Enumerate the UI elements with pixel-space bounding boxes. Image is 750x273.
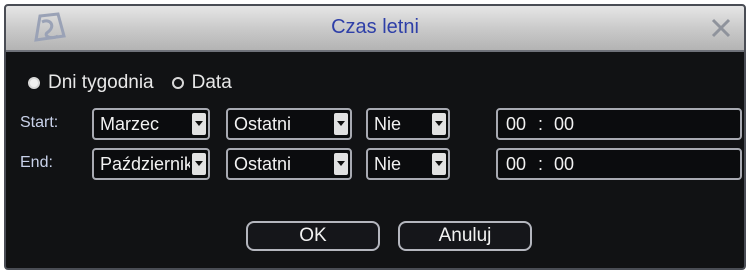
start-month-select[interactable]: Marzec: [92, 108, 210, 140]
end-day-select[interactable]: Nie: [366, 148, 450, 180]
end-label: End:: [20, 154, 53, 171]
start-hour[interactable]: 00: [506, 114, 526, 135]
end-minute[interactable]: 00: [554, 154, 574, 175]
chevron-down-icon: [432, 113, 446, 135]
end-day-value: Nie: [374, 154, 402, 174]
start-week-select[interactable]: Ostatni: [226, 108, 352, 140]
time-separator: :: [538, 114, 544, 134]
dialog-title: Czas letni: [331, 16, 419, 38]
start-row: Start: Marzec Ostatni Nie 00 : 00: [20, 108, 742, 142]
end-week-value: Ostatni: [234, 154, 292, 174]
radio-days-of-week[interactable]: Dni tygodnia: [28, 72, 154, 94]
start-day-value: Nie: [374, 114, 402, 134]
end-hour[interactable]: 00: [506, 154, 526, 175]
radio-date[interactable]: Data: [171, 72, 232, 94]
dst-dialog: Czas letni Dni tygodnia Data Start: Marz…: [4, 4, 746, 270]
start-week-value: Ostatni: [234, 114, 292, 134]
start-minute[interactable]: 00: [554, 114, 574, 135]
radio-dot-selected: [28, 77, 40, 89]
title-bar[interactable]: Czas letni: [6, 6, 744, 52]
end-time-input[interactable]: 00 : 00: [496, 148, 742, 180]
chevron-down-icon: [192, 113, 206, 135]
chevron-down-icon: [334, 153, 348, 175]
chevron-down-icon: [432, 153, 446, 175]
end-week-select[interactable]: Ostatni: [226, 148, 352, 180]
end-month-select[interactable]: Październik: [92, 148, 210, 180]
end-month-value: Październik: [100, 154, 190, 174]
radio-label-days-of-week: Dni tygodnia: [48, 72, 154, 93]
cancel-button[interactable]: Anuluj: [398, 221, 532, 251]
start-month-value: Marzec: [100, 114, 160, 134]
close-icon[interactable]: [710, 17, 732, 39]
start-day-select[interactable]: Nie: [366, 108, 450, 140]
time-separator: :: [538, 154, 544, 174]
radio-dot: [171, 77, 184, 89]
mode-radio-group: Dni tygodnia Data: [28, 71, 250, 95]
end-row: End: Październik Ostatni Nie 00 : 00: [20, 148, 742, 182]
chevron-down-icon: [334, 113, 348, 135]
start-label: Start:: [20, 114, 59, 131]
ok-button[interactable]: OK: [246, 221, 380, 251]
radio-label-date: Data: [191, 72, 232, 93]
start-time-input[interactable]: 00 : 00: [496, 108, 742, 140]
chevron-down-icon: [192, 153, 206, 175]
